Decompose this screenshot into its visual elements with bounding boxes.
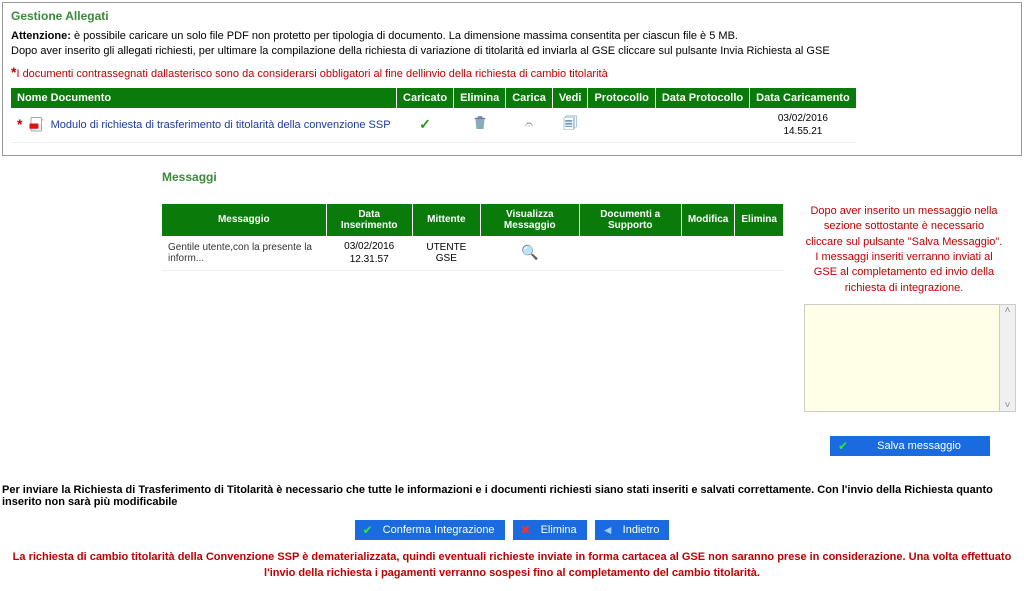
- allegati-note-text: I documenti contrassegnati dallasterisco…: [16, 68, 607, 80]
- row-asterisk-icon: *: [17, 116, 22, 132]
- magnify-icon[interactable]: 🔍: [521, 244, 538, 260]
- mth-messaggio: Messaggio: [162, 204, 326, 236]
- mth-data: Data Inserimento: [326, 204, 412, 236]
- cell-protocollo: [588, 108, 655, 143]
- allegati-note: *I documenti contrassegnati dallasterisc…: [11, 64, 1013, 80]
- th-data-protocollo: Data Protocollo: [655, 88, 749, 108]
- cell-mittente: UTENTE GSE: [412, 236, 480, 271]
- allegati-intro: Attenzione: è possibile caricare un solo…: [11, 29, 1013, 60]
- check-icon: ✓: [419, 116, 431, 132]
- cell-elimina2: [735, 236, 784, 271]
- indietro-button[interactable]: ◄ Indietro: [595, 520, 670, 540]
- th-nome: Nome Documento: [11, 88, 397, 108]
- allegati-intro-bold: Attenzione:: [11, 30, 71, 42]
- scrollbar[interactable]: ˄˅: [1000, 304, 1016, 412]
- trash-icon[interactable]: [471, 123, 489, 135]
- th-protocollo: Protocollo: [588, 88, 655, 108]
- footer-bold: Per inviare la Richiesta di Trasferiment…: [0, 464, 1024, 514]
- allegati-intro-text: è possibile caricare un solo file PDF no…: [11, 30, 830, 57]
- table-row: * Modulo di richiesta di trasferimento d…: [11, 108, 856, 143]
- cell-data-ins: 03/02/2016 12.31.57: [326, 236, 412, 271]
- mth-supporto: Documenti a Supporto: [579, 204, 681, 236]
- elimina-button[interactable]: ✖ Elimina: [513, 520, 587, 540]
- allegati-table: Nome Documento Caricato Elimina Carica V…: [11, 88, 857, 143]
- footer-red: La richiesta di cambio titolarità della …: [0, 546, 1024, 591]
- paperclip-icon[interactable]: 𝄐: [525, 116, 533, 132]
- indietro-label: Indietro: [623, 524, 660, 536]
- th-data-caricamento: Data Caricamento: [750, 88, 857, 108]
- messaggi-info: Dopo aver inserito un messaggio nella se…: [804, 204, 1004, 296]
- allegati-title: Gestione Allegati: [11, 9, 1013, 23]
- messaggi-section: Messaggi Messaggio Data Inserimento Mitt…: [0, 158, 1024, 464]
- conferma-button[interactable]: ✔ Conferma Integrazione: [355, 520, 505, 540]
- elimina-label: Elimina: [541, 524, 577, 536]
- pdf-icon: [28, 119, 51, 131]
- cell-elimina: [454, 108, 506, 143]
- check-icon: ✔: [836, 439, 850, 453]
- action-row: ✔ Conferma Integrazione ✖ Elimina ◄ Indi…: [0, 520, 1024, 540]
- th-carica: Carica: [506, 88, 553, 108]
- cell-data-protocollo: [655, 108, 749, 143]
- chevron-down-icon[interactable]: ˅: [1005, 400, 1011, 411]
- cell-caricato: ✓: [397, 108, 454, 143]
- cell-messaggio: Gentile utente,con la presente la inform…: [162, 236, 326, 271]
- view-icon[interactable]: 🗐: [563, 115, 577, 131]
- back-arrow-icon: ◄: [601, 523, 615, 537]
- conferma-label: Conferma Integrazione: [383, 524, 495, 536]
- mth-modifica: Modifica: [681, 204, 735, 236]
- cell-carica: 𝄐: [506, 108, 553, 143]
- cell-visualizza: 🔍: [480, 236, 579, 271]
- cell-vedi: 🗐: [552, 108, 588, 143]
- mth-elimina: Elimina: [735, 204, 784, 236]
- save-message-button[interactable]: ✔ Salva messaggio: [830, 436, 990, 456]
- cell-data-caricamento: 03/02/2016 14.55.21: [750, 108, 857, 143]
- cell-modifica: [681, 236, 735, 271]
- th-vedi: Vedi: [552, 88, 588, 108]
- save-message-label: Salva messaggio: [858, 440, 980, 452]
- th-elimina: Elimina: [454, 88, 506, 108]
- chevron-up-icon[interactable]: ˄: [1005, 305, 1011, 316]
- cell-nome: * Modulo di richiesta di trasferimento d…: [11, 108, 397, 143]
- message-input[interactable]: [804, 304, 1000, 412]
- check-icon: ✔: [361, 523, 375, 537]
- messaggi-table: Messaggio Data Inserimento Mittente Visu…: [162, 204, 784, 271]
- mth-mittente: Mittente: [412, 204, 480, 236]
- th-caricato: Caricato: [397, 88, 454, 108]
- table-row: Gentile utente,con la presente la inform…: [162, 236, 784, 271]
- cell-supporto: [579, 236, 681, 271]
- allegati-panel: Gestione Allegati Attenzione: è possibil…: [2, 2, 1022, 156]
- messaggi-title: Messaggi: [162, 170, 1016, 184]
- mth-visualizza: Visualizza Messaggio: [480, 204, 579, 236]
- document-link[interactable]: Modulo di richiesta di trasferimento di …: [51, 119, 391, 131]
- delete-icon: ✖: [519, 523, 533, 537]
